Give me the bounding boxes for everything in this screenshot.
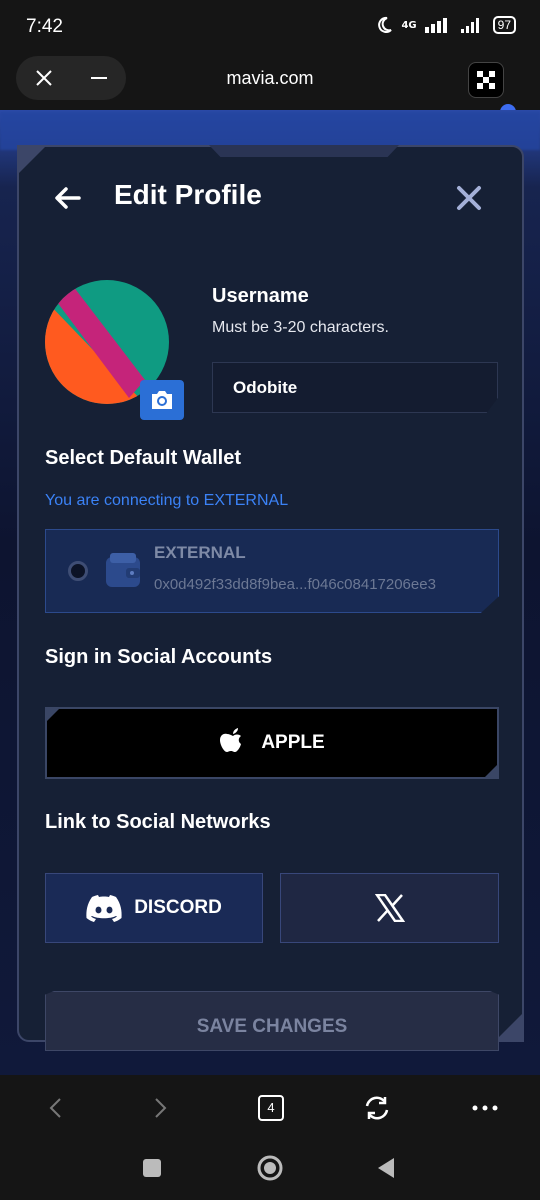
camera-icon	[152, 391, 172, 409]
forward-nav-button[interactable]	[146, 1093, 176, 1123]
moon-icon	[378, 16, 393, 33]
change-avatar-button[interactable]	[140, 380, 184, 420]
back-arrow-icon	[55, 187, 81, 209]
back-button[interactable]	[53, 183, 87, 213]
tabs-count: 4	[258, 1095, 284, 1121]
wallet-option-external[interactable]: EXTERNAL 0x0d492f33dd8f9bea...f046c08417…	[45, 529, 499, 613]
wallet-section-title: Select Default Wallet	[45, 447, 241, 469]
x-link-button[interactable]	[280, 873, 499, 943]
close-button[interactable]	[456, 185, 482, 211]
modal-notch	[209, 145, 399, 157]
home-button[interactable]	[256, 1154, 284, 1182]
status-time: 7:42	[26, 16, 63, 37]
apple-icon	[220, 728, 242, 752]
social-networks-title: Link to Social Networks	[45, 811, 271, 833]
status-icons: 4G 97	[375, 16, 516, 34]
wallet-radio[interactable]	[68, 561, 88, 581]
edit-profile-modal: Edit Profile Username Must be 3-20 chara…	[17, 145, 524, 1051]
username-hint: Must be 3-20 characters.	[212, 319, 389, 336]
extension-icon[interactable]	[468, 62, 504, 98]
username-input[interactable]	[212, 362, 498, 413]
more-button[interactable]	[470, 1093, 500, 1123]
chevron-left-icon	[49, 1098, 61, 1118]
wallet-name: EXTERNAL	[154, 543, 246, 562]
status-bar: 7:42 4G 97	[0, 0, 540, 52]
system-back-button[interactable]	[372, 1154, 400, 1182]
corner-accent	[17, 145, 47, 175]
apple-label: APPLE	[261, 732, 325, 753]
username-label: Username	[212, 285, 309, 307]
discord-link-button[interactable]: DISCORD	[45, 873, 263, 943]
back-nav-button[interactable]	[40, 1093, 70, 1123]
tabs-button[interactable]: 4	[256, 1093, 286, 1123]
modal-title: Edit Profile	[114, 179, 262, 210]
wallet-connect-info: You are connecting to EXTERNAL	[45, 492, 289, 509]
triangle-back-icon	[378, 1158, 394, 1178]
circle-icon	[257, 1155, 283, 1181]
x-logo-icon	[374, 894, 405, 922]
chevron-right-icon	[155, 1098, 167, 1118]
android-nav-bar	[0, 1140, 540, 1200]
wallet-address: 0x0d492f33dd8f9bea...f046c08417206ee3	[154, 576, 436, 593]
url-bar[interactable]: mavia.com	[0, 68, 540, 89]
network-label: 4G	[401, 19, 417, 31]
signal-icon	[424, 18, 447, 33]
close-icon	[457, 186, 481, 210]
okx-logo-icon	[477, 71, 495, 89]
browser-bar: mavia.com	[0, 52, 540, 120]
battery-indicator: 97	[492, 16, 516, 34]
social-accounts-title: Sign in Social Accounts	[45, 646, 273, 668]
square-icon	[143, 1159, 161, 1177]
wallet-icon	[106, 553, 140, 587]
corner-accent	[483, 763, 499, 779]
more-icon	[472, 1105, 498, 1111]
refresh-button[interactable]	[362, 1093, 392, 1123]
signal-icon-2	[460, 18, 479, 33]
refresh-icon	[365, 1096, 389, 1120]
browser-nav: 4	[0, 1075, 540, 1140]
recents-button[interactable]	[138, 1154, 166, 1182]
corner-accent	[45, 707, 61, 723]
apple-sign-in-button[interactable]: APPLE	[45, 707, 499, 779]
discord-icon	[86, 895, 122, 922]
discord-label: DISCORD	[134, 897, 222, 918]
save-changes-button[interactable]: SAVE CHANGES	[45, 991, 499, 1051]
